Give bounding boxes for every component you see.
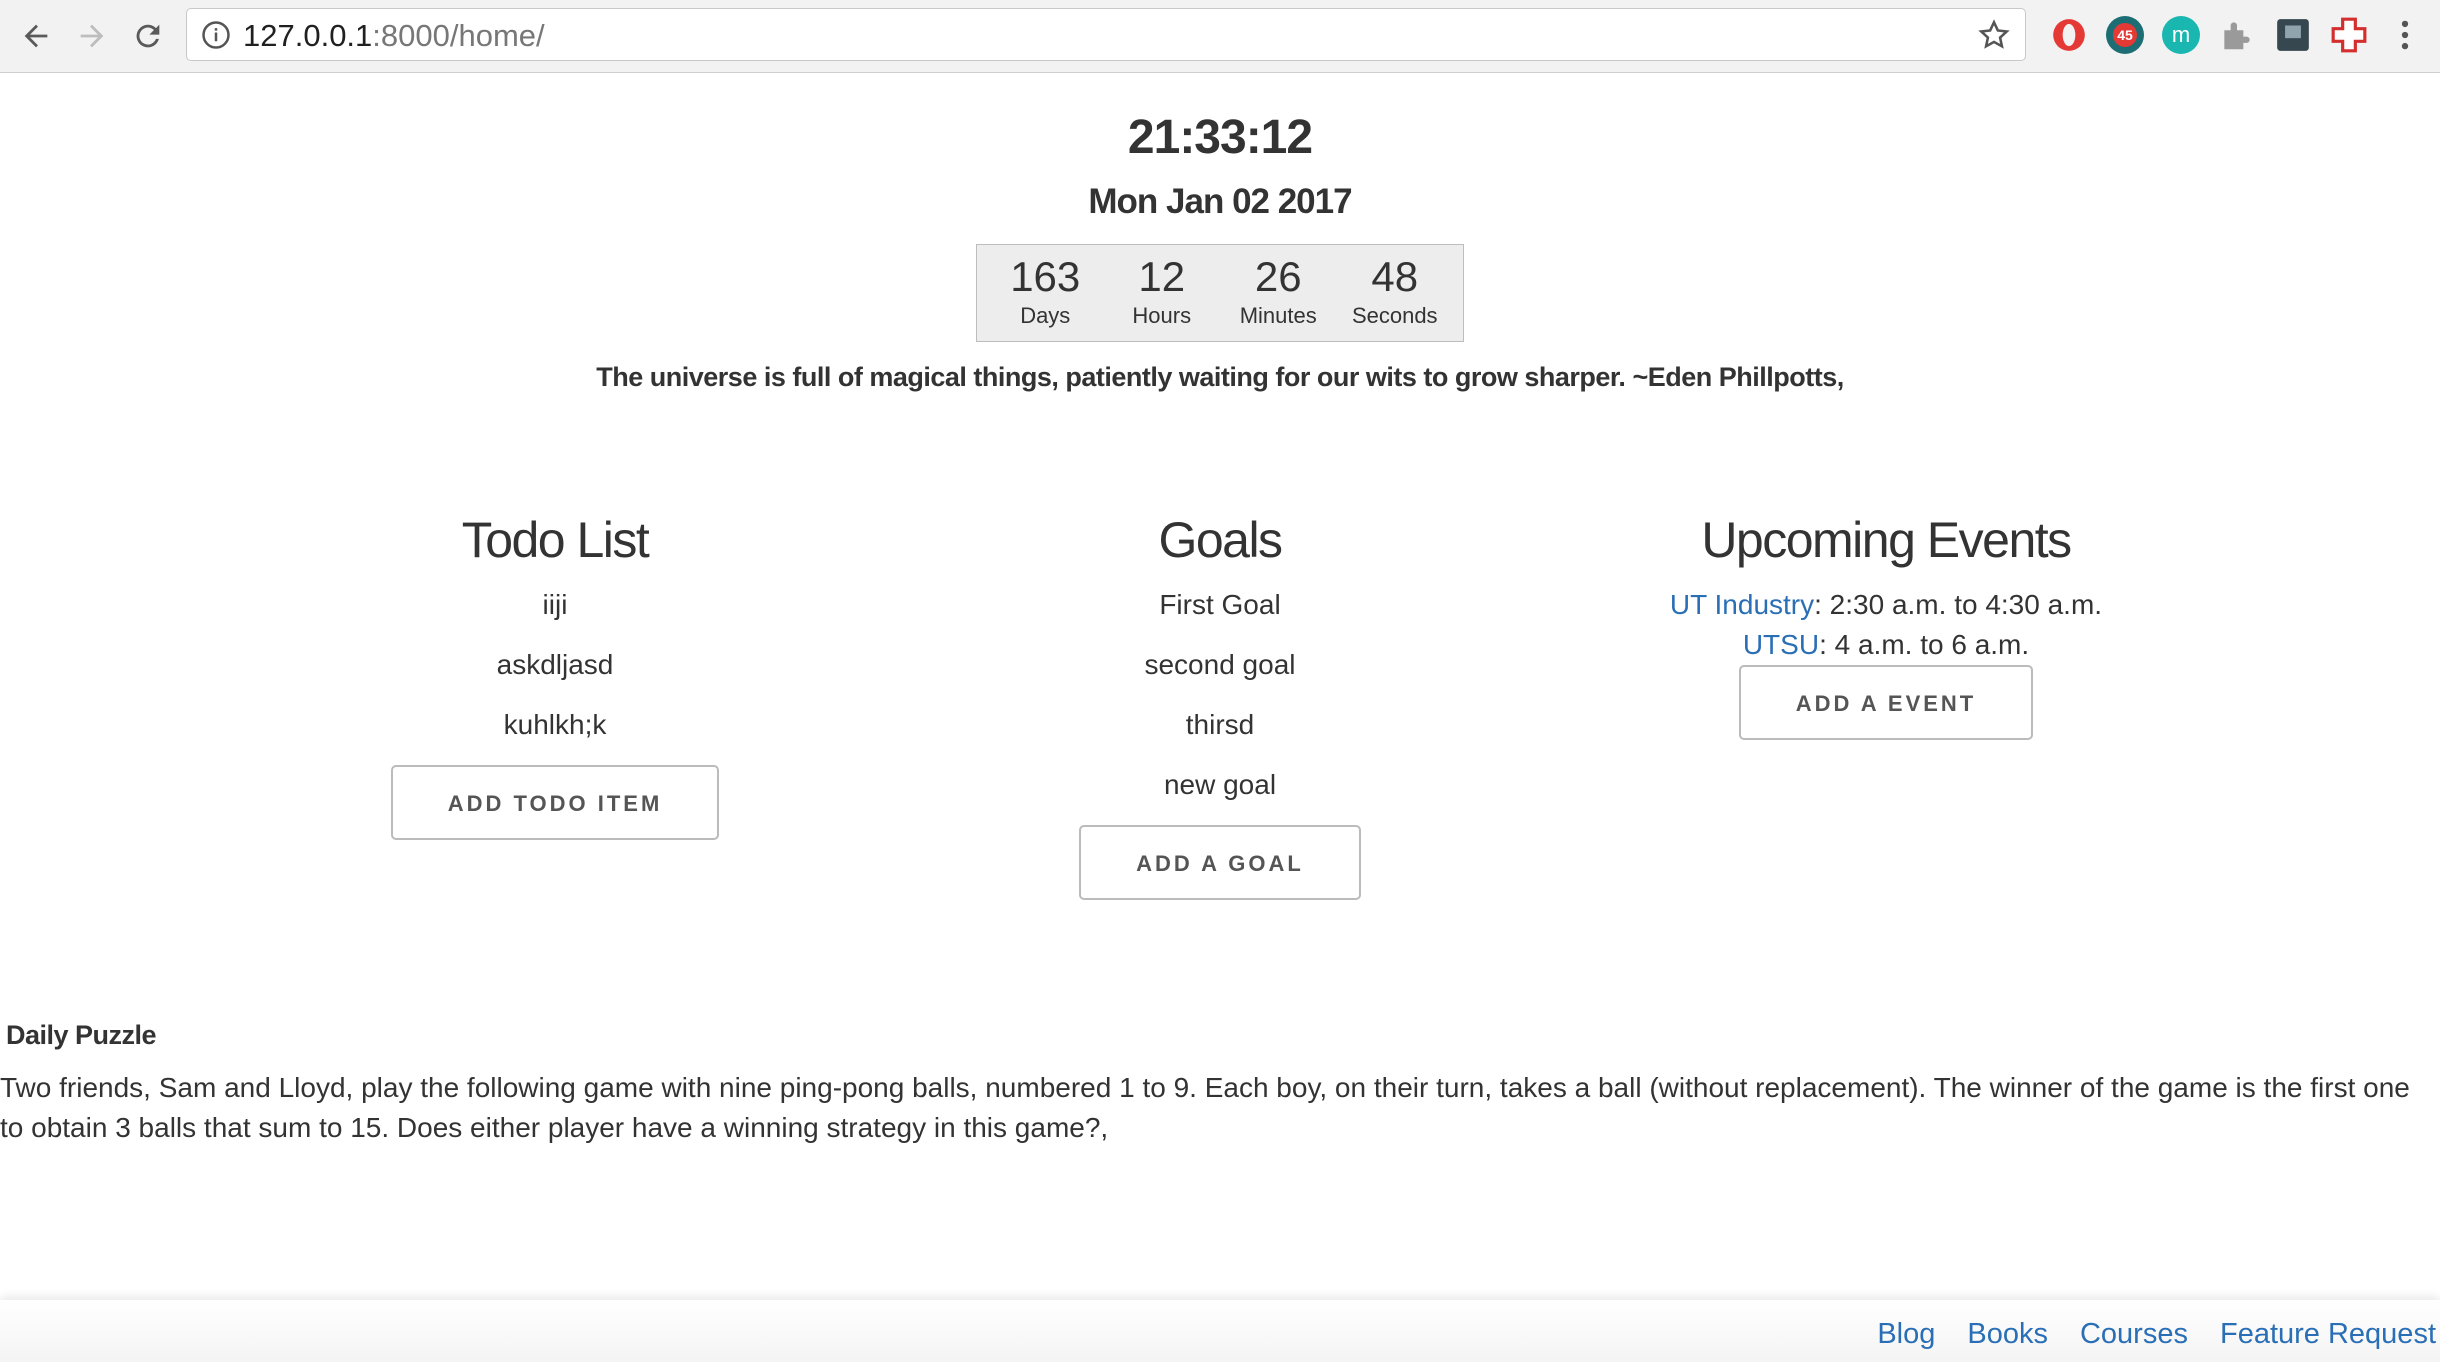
countdown-value: 48 — [1371, 253, 1419, 300]
bookmark-star-icon[interactable] — [1977, 18, 2011, 52]
opera-extension-icon[interactable] — [2050, 16, 2088, 54]
footer-links: Blog Books Courses Feature Request — [1877, 1318, 2436, 1351]
todo-title: Todo List — [461, 512, 650, 568]
forward-arrow-icon — [80, 24, 104, 48]
todo-item: kuhlkh;k — [503, 709, 607, 740]
dark-extension-icon[interactable] — [2274, 16, 2312, 54]
footer-bar: Blog Books Courses Feature Request — [0, 1300, 2440, 1362]
m-extension-icon[interactable]: m — [2162, 16, 2200, 54]
address-bar[interactable]: 127.0.0.1:8000/home/ — [186, 8, 2026, 61]
goal-item: First Goal — [1159, 589, 1281, 620]
countdown-days: 163 Days — [987, 245, 1104, 341]
menu-kebab-icon[interactable] — [2390, 16, 2420, 54]
events-title: Upcoming Events — [1701, 512, 2072, 568]
goal-item: second goal — [1144, 649, 1296, 680]
countdown-value: 26 — [1254, 253, 1302, 300]
extension-m-label: m — [2171, 22, 2191, 47]
extension-badge: 45 — [2113, 23, 2137, 47]
countdown-label: Seconds — [1351, 303, 1438, 328]
countdown-label: Hours — [1132, 303, 1192, 328]
goal-item: thirsd — [1185, 709, 1255, 740]
event-link[interactable]: UTSU — [1743, 629, 1819, 660]
countdown-label: Days — [1020, 303, 1071, 328]
event-time: : 2:30 a.m. to 4:30 a.m. — [1814, 589, 2103, 620]
footer-link-courses[interactable]: Courses — [2080, 1318, 2188, 1351]
countdown-label: Minutes — [1239, 303, 1317, 328]
countdown-seconds: 48 Seconds — [1337, 245, 1454, 341]
goals-title: Goals — [1158, 512, 1283, 568]
add-goal-button[interactable]: ADD A GOAL — [1079, 825, 1361, 900]
todo-item: iiji — [542, 589, 568, 620]
info-icon[interactable] — [201, 20, 231, 50]
puzzle-extension-icon[interactable] — [2218, 16, 2256, 54]
plus-extension-icon[interactable] — [2330, 16, 2368, 54]
event-item: UT Industry: 2:30 a.m. to 4:30 a.m. — [1636, 585, 2136, 625]
url-host: 127.0.0.1 — [243, 18, 373, 53]
reload-button[interactable] — [126, 14, 170, 58]
countdown-value: 163 — [1010, 253, 1081, 300]
browser-toolbar: 127.0.0.1:8000/home/ 45 m — [0, 0, 2440, 73]
forward-button[interactable] — [70, 14, 114, 58]
event-link[interactable]: UT Industry — [1670, 589, 1814, 620]
footer-link-feature-request[interactable]: Feature Request — [2220, 1318, 2436, 1351]
puzzle-title: Daily Puzzle — [6, 1020, 157, 1050]
clock-time: 21:33:12 — [1127, 111, 1313, 164]
event-time: : 4 a.m. to 6 a.m. — [1819, 629, 2030, 660]
back-button[interactable] — [14, 14, 58, 58]
url-text[interactable]: 127.0.0.1:8000/home/ — [243, 18, 545, 54]
badge-extension-icon[interactable]: 45 — [2106, 16, 2144, 54]
add-event-button[interactable]: ADD A EVENT — [1739, 665, 2033, 740]
quote-text: The universe is full of magical things, … — [596, 362, 1844, 392]
goals-section: Goals First Goal second goal thirsd new … — [1020, 505, 1420, 900]
countdown-hours: 12 Hours — [1104, 245, 1221, 341]
todo-item: askdljasd — [496, 649, 614, 680]
countdown-minutes: 26 Minutes — [1220, 245, 1337, 341]
puzzle-text: Two friends, Sam and Lloyd, play the fol… — [0, 1072, 2410, 1143]
add-todo-button[interactable]: ADD TODO ITEM — [391, 765, 719, 840]
goal-item: new goal — [1163, 769, 1277, 800]
countdown-value: 12 — [1138, 253, 1186, 300]
footer-link-blog[interactable]: Blog — [1877, 1318, 1935, 1351]
url-path: :8000/home/ — [372, 18, 545, 53]
countdown-box: 163 Days 12 Hours 26 Minutes 48 Seconds — [976, 244, 1464, 342]
back-arrow-icon — [24, 24, 48, 48]
clock-date: Mon Jan 02 2017 — [1088, 182, 1352, 221]
events-section: Upcoming Events UT Industry: 2:30 a.m. t… — [1636, 505, 2136, 740]
reload-icon — [136, 24, 160, 48]
footer-link-books[interactable]: Books — [1967, 1318, 2048, 1351]
todo-section: Todo List iiji askdljasd kuhlkh;k ADD TO… — [355, 505, 755, 840]
event-item: UTSU: 4 a.m. to 6 a.m. — [1636, 625, 2136, 665]
